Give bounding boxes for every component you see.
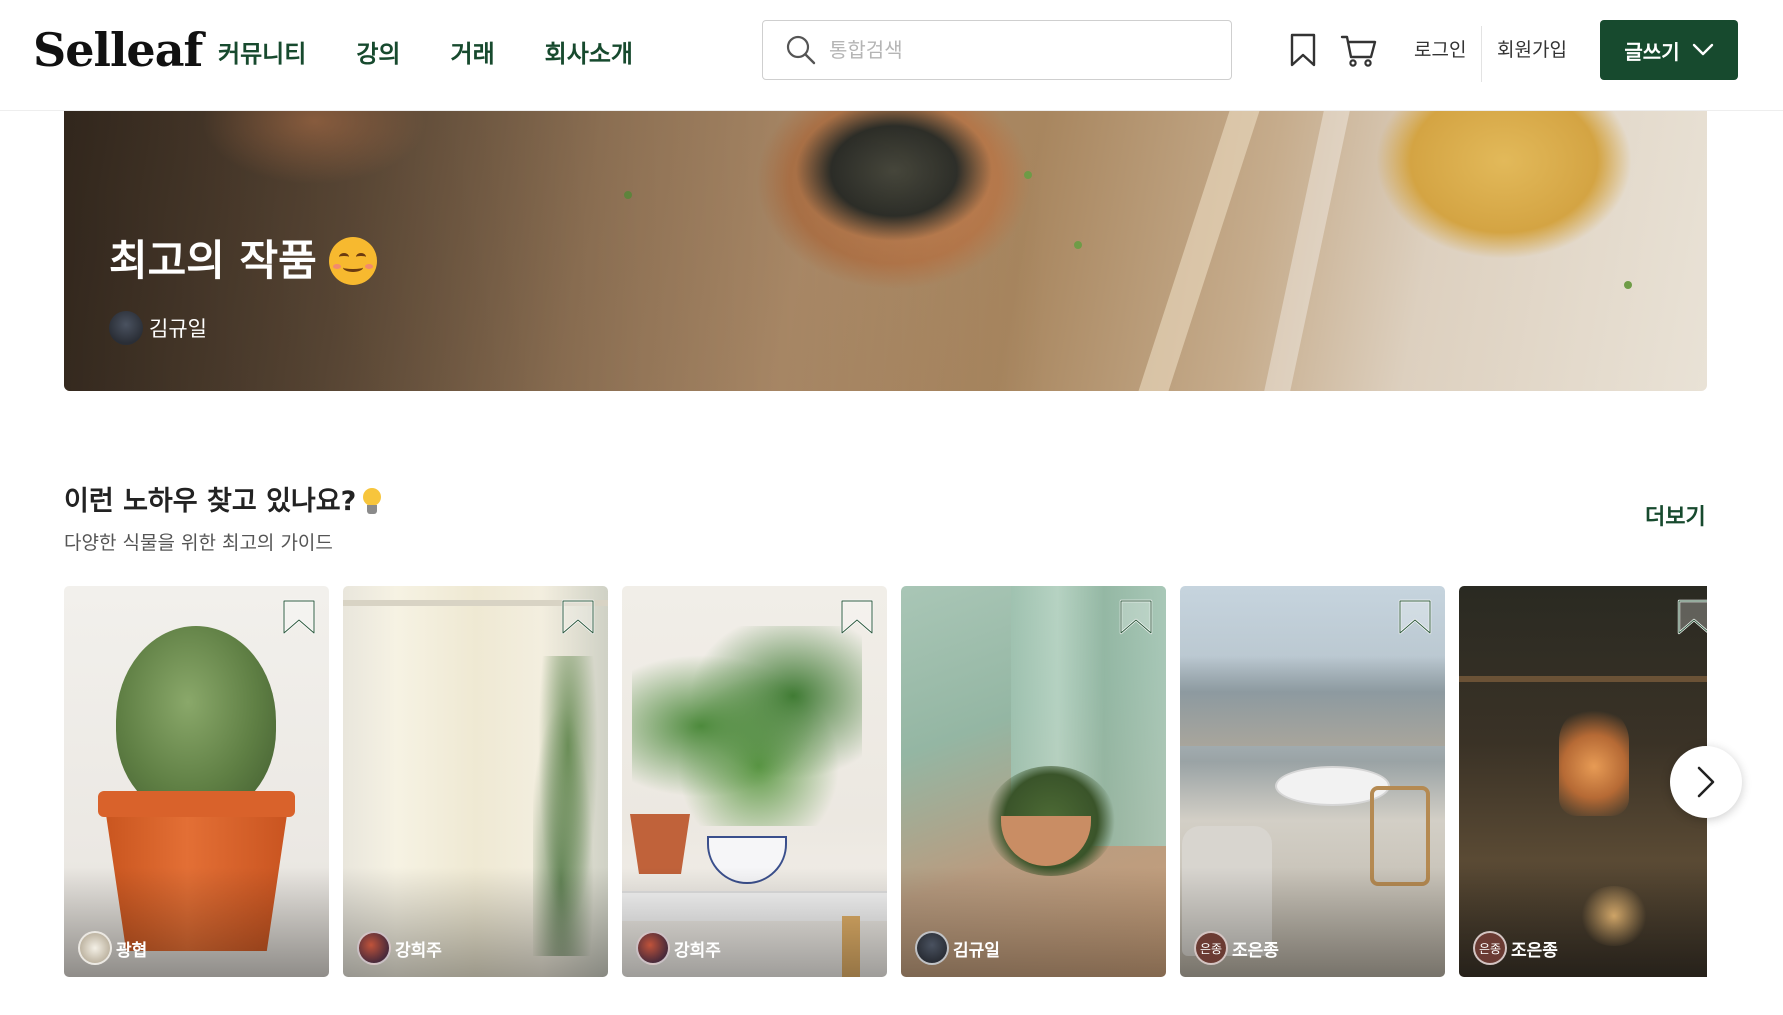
card-author[interactable]: 강희주 [357,931,442,965]
top-header: Selleaf 커뮤니티 강의 거래 회사소개 로그인 회원가입 글쓰기 [0,0,1783,111]
hero-title-text: 최고의 작품 [109,236,317,285]
hero-author[interactable]: 김규일 [109,311,207,345]
hero-title: 최고의 작품 [109,233,377,289]
card-author[interactable]: 강희주 [636,931,721,965]
pot-rim [98,791,295,817]
card-author-name: 조은종 [1232,940,1279,961]
section-title-text: 이런 노하우 찾고 있나요? [64,486,357,517]
avatar: 은종 [1194,931,1228,965]
bookmark-icon[interactable] [1397,598,1433,636]
bookmark-icon[interactable] [1118,598,1154,636]
bookmark-icon[interactable] [560,598,596,636]
guide-card[interactable]: 김규일 [901,586,1166,977]
pot-image [630,814,690,874]
guide-card[interactable]: 강희주 [622,586,887,977]
card-author[interactable]: 김규일 [915,931,1000,965]
cart-icon[interactable] [1340,31,1378,69]
guide-card[interactable]: 강희주 [343,586,608,977]
logo[interactable]: Selleaf [33,22,203,78]
guide-card[interactable]: 은종 조은종 [1180,586,1445,977]
chevron-down-icon [1692,43,1713,56]
card-author-name: 조은종 [1511,940,1558,961]
guide-card[interactable]: 광협 [64,586,329,977]
avatar [915,931,949,965]
signup-link[interactable]: 회원가입 [1497,36,1567,64]
carousel-next-button[interactable] [1670,746,1742,818]
guide-carousel: 광협 강희주 강희주 김규일 은종 조은종 은종 조은종 [64,586,1707,977]
search-bar[interactable] [762,20,1232,80]
city-skyline-image [1180,656,1445,746]
cheek [332,264,341,269]
avatar: 은종 [1473,931,1507,965]
write-button-label: 글쓰기 [1624,39,1680,64]
write-button[interactable]: 글쓰기 [1600,20,1738,80]
nav-about[interactable]: 회사소개 [545,34,633,74]
avatar [78,931,112,965]
section-subtitle: 다양한 식물을 위한 최고의 가이드 [64,532,333,554]
cheek [364,264,373,269]
card-author[interactable]: 은종 조은종 [1194,931,1279,965]
avatar [109,311,143,345]
card-author-name: 강희주 [395,940,442,961]
chevron-right-icon [1697,766,1715,798]
hero-banner[interactable]: 최고의 작품 김규일 [64,111,1707,391]
card-author-name: 광협 [116,940,148,961]
bulb-glass [363,488,382,506]
bookmark-icon[interactable] [1284,31,1322,69]
avatar [357,931,391,965]
card-author[interactable]: 은종 조은종 [1473,931,1558,965]
nav-community[interactable]: 커뮤니티 [218,34,306,74]
monstera-image [632,626,862,826]
smile-mouth [342,263,363,272]
card-author-name: 강희주 [674,940,721,961]
search-input[interactable] [829,38,1209,62]
smiling-face-icon [328,237,377,285]
shelf-image [1459,676,1707,682]
avatar [636,931,670,965]
lightbulb-icon [362,488,382,516]
cactus-image [116,626,276,816]
bookmark-icon[interactable] [1676,598,1707,636]
nav-lecture[interactable]: 강의 [356,34,400,74]
main-nav: 커뮤니티 강의 거래 회사소개 [218,34,633,74]
card-author[interactable]: 광협 [78,931,147,965]
login-link[interactable]: 로그인 [1414,36,1466,64]
search-icon [786,35,816,65]
more-link[interactable]: 더보기 [1645,503,1706,533]
bulb-base [367,505,378,514]
bookmark-icon[interactable] [281,598,317,636]
nav-trade[interactable]: 거래 [451,34,495,74]
header-divider [1481,26,1482,82]
card-author-name: 김규일 [953,940,1000,961]
section-title: 이런 노하우 찾고 있나요? [64,484,382,520]
bookmark-icon[interactable] [839,598,875,636]
lantern-image [1559,706,1629,816]
hero-author-name: 김규일 [149,317,207,341]
